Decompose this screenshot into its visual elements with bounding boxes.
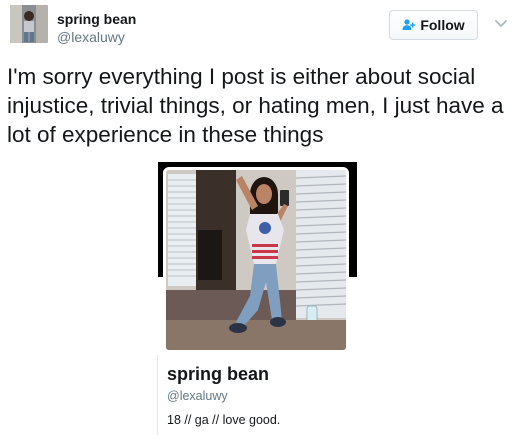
card-display-name[interactable]: spring bean	[167, 364, 269, 385]
profile-photo[interactable]	[163, 167, 349, 353]
display-name[interactable]: spring bean	[57, 11, 136, 27]
user-handle[interactable]: @lexaluwy	[57, 29, 125, 45]
add-user-icon	[402, 18, 416, 32]
card-bio: 18 // ga // love good.	[167, 413, 281, 427]
tweet-text: I'm sorry everything I post is either ab…	[7, 64, 504, 147]
chevron-down-icon[interactable]	[494, 17, 508, 29]
tweet: spring bean @lexaluwy Follow I'm sorry e…	[0, 0, 525, 435]
follow-button[interactable]: Follow	[389, 10, 478, 40]
avatar[interactable]	[10, 5, 48, 43]
follow-label: Follow	[420, 17, 465, 33]
profile-photo-image	[166, 170, 346, 350]
avatar-image	[10, 5, 48, 43]
card-handle[interactable]: @lexaluwy	[167, 389, 228, 403]
